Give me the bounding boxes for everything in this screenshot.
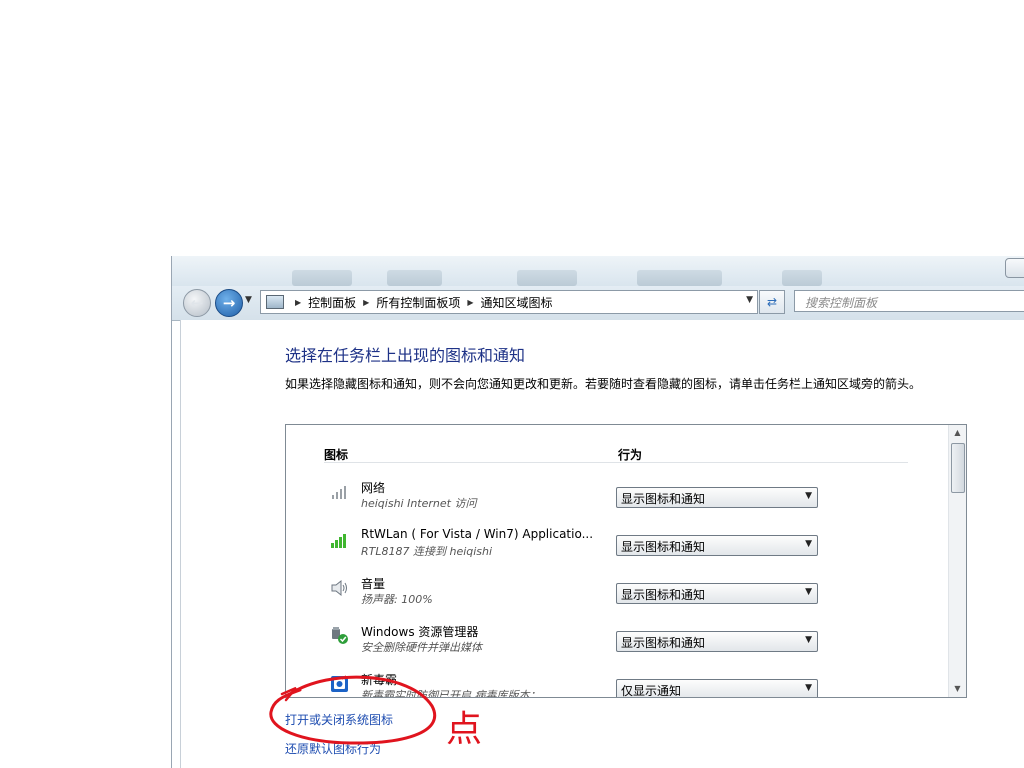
item-name: 网络	[361, 481, 386, 495]
page-title: 选择在任务栏上出现的图标和通知	[285, 346, 526, 365]
blurred-title-tab	[292, 270, 352, 286]
address-dropdown-icon[interactable]: ▼	[746, 295, 753, 305]
chevron-down-icon: ▼	[805, 635, 812, 645]
behavior-select[interactable]: 显示图标和通知 ▼	[616, 535, 818, 556]
restore-default-behaviors-link[interactable]: 还原默认图标行为	[285, 740, 381, 757]
computer-icon	[266, 295, 284, 309]
page-description: 如果选择隐藏图标和通知，则不会向您通知更改和更新。若要随时查看隐藏的图标，请单击…	[285, 377, 922, 391]
screenshot-page: ← → ▼ ▶ 控制面板 ▶ 所有控制面板项 ▶ 通知区域图标 ▼ ⇄ 搜索控制…	[0, 0, 1024, 768]
toggle-system-icons-link[interactable]: 打开或关闭系统图标	[285, 711, 393, 728]
column-header-icon: 图标	[324, 448, 349, 462]
control-panel-window: ← → ▼ ▶ 控制面板 ▶ 所有控制面板项 ▶ 通知区域图标 ▼ ⇄ 搜索控制…	[171, 256, 1024, 768]
item-detail: RTL8187 连接到 heiqishi	[361, 545, 493, 558]
wireless-signal-icon	[331, 534, 346, 548]
list-item: 新毒霸 新毒霸实时防御已开启 病毒库版本：... 仅显示通知 ▼	[286, 671, 946, 698]
item-detail: heiqishi Internet 访问	[361, 497, 477, 510]
behavior-select[interactable]: 显示图标和通知 ▼	[616, 487, 818, 508]
chevron-right-icon[interactable]: ▶	[467, 298, 473, 307]
column-header-behavior: 行为	[618, 448, 643, 462]
window-control-button[interactable]	[1005, 258, 1024, 278]
back-button[interactable]: ←	[183, 289, 211, 317]
behavior-select[interactable]: 显示图标和通知 ▼	[616, 631, 818, 652]
arrow-left-icon: ←	[190, 294, 204, 312]
scroll-up-icon[interactable]: ▲	[949, 425, 966, 441]
chevron-down-icon: ▼	[805, 587, 812, 597]
title-bar[interactable]	[172, 256, 1024, 286]
item-detail: 扬声器: 100%	[361, 593, 433, 606]
behavior-select[interactable]: 仅显示通知 ▼	[616, 679, 818, 698]
list-scrollbar[interactable]: ▲ ▼	[948, 425, 966, 697]
blurred-title-tab	[517, 270, 577, 286]
list-item: 网络 heiqishi Internet 访问 显示图标和通知 ▼	[286, 479, 946, 527]
list-item: 音量 扬声器: 100% 显示图标和通知 ▼	[286, 575, 946, 623]
blurred-title-tab	[387, 270, 442, 286]
refresh-button[interactable]: ⇄	[759, 290, 785, 314]
behavior-value: 仅显示通知	[621, 684, 682, 698]
blurred-title-tab	[782, 270, 822, 286]
item-name: 音量	[361, 577, 386, 591]
breadcrumb-all-items[interactable]: 所有控制面板项	[376, 294, 460, 311]
recent-pages-dropdown[interactable]: ▼	[245, 295, 252, 305]
behavior-value: 显示图标和通知	[621, 540, 706, 554]
refresh-icon: ⇄	[766, 295, 778, 309]
navigation-bar: ← → ▼ ▶ 控制面板 ▶ 所有控制面板项 ▶ 通知区域图标 ▼ ⇄ 搜索控制…	[172, 286, 1024, 321]
arrow-right-icon: →	[222, 294, 236, 312]
breadcrumb-control-panel[interactable]: 控制面板	[308, 294, 356, 311]
address-bar[interactable]: ▶ 控制面板 ▶ 所有控制面板项 ▶ 通知区域图标 ▼	[260, 290, 758, 314]
behavior-value: 显示图标和通知	[621, 492, 706, 506]
header-divider	[324, 462, 908, 463]
usb-eject-icon	[332, 627, 348, 644]
antivirus-icon	[331, 675, 348, 692]
chevron-right-icon[interactable]: ▶	[295, 298, 301, 307]
scrollbar-thumb[interactable]	[951, 443, 965, 493]
list-item: RtWLan ( For Vista / Win7) Applicatio...…	[286, 527, 946, 575]
item-detail: 新毒霸实时防御已开启 病毒库版本：...	[361, 689, 551, 698]
behavior-value: 显示图标和通知	[621, 636, 706, 650]
breadcrumb-notification-icons[interactable]: 通知区域图标	[481, 294, 553, 311]
behavior-value: 显示图标和通知	[621, 588, 706, 602]
item-name: 新毒霸	[361, 673, 398, 687]
content-area: 选择在任务栏上出现的图标和通知 如果选择隐藏图标和通知，则不会向您通知更改和更新…	[180, 320, 1024, 768]
blurred-title-tab	[637, 270, 722, 286]
search-input[interactable]: 搜索控制面板	[794, 290, 1024, 312]
notification-icons-list: 图标 行为 网络 heiqishi Internet 访问 显示图标和通知 ▼ …	[285, 424, 967, 698]
item-name: RtWLan ( For Vista / Win7) Applicatio...	[361, 527, 594, 541]
chevron-down-icon: ▼	[805, 539, 812, 549]
speaker-icon	[331, 579, 347, 597]
network-icon	[332, 486, 346, 499]
list-item: Windows 资源管理器 安全删除硬件并弹出媒体 显示图标和通知 ▼	[286, 623, 946, 671]
chevron-down-icon: ▼	[805, 491, 812, 501]
item-detail: 安全删除硬件并弹出媒体	[361, 641, 482, 654]
forward-button[interactable]: →	[215, 289, 243, 317]
behavior-select[interactable]: 显示图标和通知 ▼	[616, 583, 818, 604]
item-name: Windows 资源管理器	[361, 625, 479, 639]
scroll-down-icon[interactable]: ▼	[949, 681, 966, 697]
chevron-right-icon[interactable]: ▶	[363, 298, 369, 307]
chevron-down-icon: ▼	[805, 683, 812, 693]
